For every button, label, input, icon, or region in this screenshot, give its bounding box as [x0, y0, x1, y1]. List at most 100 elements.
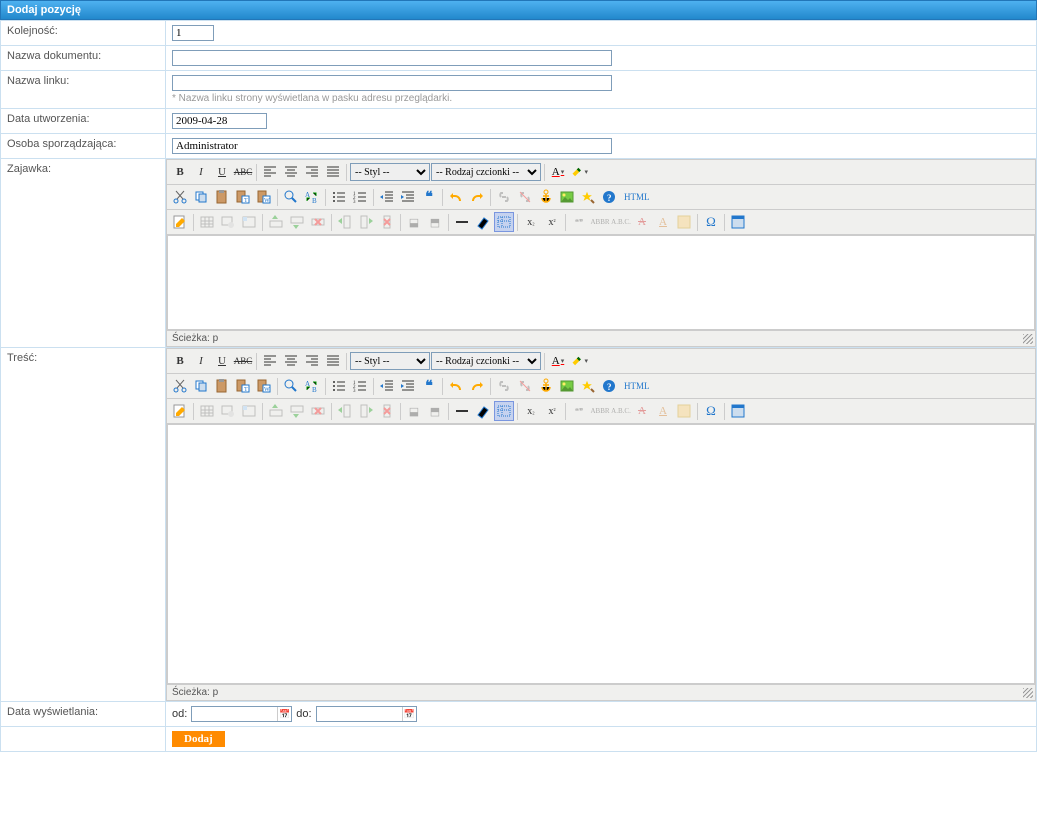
edit-icon[interactable] [170, 401, 190, 421]
bg-color-icon[interactable] [569, 162, 589, 182]
italic-icon[interactable]: I [191, 162, 211, 182]
abbr-icon[interactable]: ABBR [590, 401, 610, 421]
replace-icon[interactable]: AB [302, 376, 322, 396]
fullscreen-icon[interactable] [728, 212, 748, 232]
align-left-icon[interactable] [260, 162, 280, 182]
paste-icon[interactable] [212, 376, 232, 396]
style-select[interactable]: -- Styl -- [350, 352, 430, 370]
font-select[interactable]: -- Rodzaj czcionki -- [431, 163, 541, 181]
subscript-icon[interactable]: x₂ [521, 401, 541, 421]
number-list-icon[interactable]: 123 [350, 376, 370, 396]
row-before-icon[interactable] [266, 212, 286, 232]
find-icon[interactable] [281, 376, 301, 396]
ins-icon[interactable]: A [653, 212, 673, 232]
row-before-icon[interactable] [266, 401, 286, 421]
indent-icon[interactable] [398, 376, 418, 396]
del-icon[interactable]: A [632, 212, 652, 232]
input-kolejnosc[interactable] [172, 25, 214, 41]
text-color-icon[interactable]: A [548, 351, 568, 371]
col-before-icon[interactable] [335, 212, 355, 232]
table-props-icon[interactable] [218, 401, 238, 421]
fullscreen-icon[interactable] [728, 401, 748, 421]
hr-icon[interactable] [452, 401, 472, 421]
underline-icon[interactable]: U [212, 351, 232, 371]
html-icon[interactable]: HTML [620, 187, 654, 207]
charmap-icon[interactable]: Ω [701, 212, 721, 232]
toggle-guidelines-icon[interactable] [494, 212, 514, 232]
editor-zajawka-area[interactable] [167, 235, 1035, 330]
link-icon[interactable] [494, 187, 514, 207]
row-delete-icon[interactable] [308, 401, 328, 421]
col-delete-icon[interactable] [377, 212, 397, 232]
align-left-icon[interactable] [260, 351, 280, 371]
del-icon[interactable]: A [632, 401, 652, 421]
number-list-icon[interactable]: 123 [350, 187, 370, 207]
resize-grip-icon[interactable] [1023, 334, 1033, 344]
cut-icon[interactable] [170, 187, 190, 207]
copy-icon[interactable] [191, 376, 211, 396]
cite-icon[interactable]: ❝❞ [569, 212, 589, 232]
replace-icon[interactable]: AB [302, 187, 322, 207]
paste-text-icon[interactable]: T [233, 187, 253, 207]
split-cells-icon[interactable]: ⬓ [404, 401, 424, 421]
row-after-icon[interactable] [287, 212, 307, 232]
align-center-icon[interactable] [281, 351, 301, 371]
underline-icon[interactable]: U [212, 162, 232, 182]
resize-grip-icon[interactable] [1023, 688, 1033, 698]
input-nazwa-linku[interactable] [172, 75, 612, 91]
edit-icon[interactable] [170, 212, 190, 232]
input-data-utworzenia[interactable] [172, 113, 267, 129]
merge-cells-icon[interactable]: ⬒ [425, 401, 445, 421]
input-osoba[interactable] [172, 138, 612, 154]
input-date-do[interactable] [317, 707, 402, 721]
remove-format-icon[interactable] [473, 212, 493, 232]
undo-icon[interactable] [446, 376, 466, 396]
anchor-icon[interactable] [536, 187, 556, 207]
row-delete-icon[interactable] [308, 212, 328, 232]
add-button[interactable]: Dodaj [172, 731, 225, 747]
blockquote-icon[interactable]: ❝ [419, 187, 439, 207]
redo-icon[interactable] [467, 376, 487, 396]
superscript-icon[interactable]: x² [542, 401, 562, 421]
bullet-list-icon[interactable] [329, 376, 349, 396]
attribs-icon[interactable] [674, 212, 694, 232]
table-props-icon[interactable] [218, 212, 238, 232]
col-before-icon[interactable] [335, 401, 355, 421]
abbr-icon[interactable]: ABBR [590, 212, 610, 232]
text-color-icon[interactable]: A [548, 162, 568, 182]
cut-icon[interactable] [170, 376, 190, 396]
bold-icon[interactable]: B [170, 162, 190, 182]
paste-icon[interactable] [212, 187, 232, 207]
outdent-icon[interactable] [377, 376, 397, 396]
align-right-icon[interactable] [302, 351, 322, 371]
indent-icon[interactable] [398, 187, 418, 207]
acronym-icon[interactable]: A.B.C. [611, 401, 631, 421]
input-nazwa-dokumentu[interactable] [172, 50, 612, 66]
bold-icon[interactable]: B [170, 351, 190, 371]
col-after-icon[interactable] [356, 401, 376, 421]
cite-icon[interactable]: ❝❞ [569, 401, 589, 421]
unlink-icon[interactable] [515, 187, 535, 207]
table-icon[interactable] [197, 212, 217, 232]
table-cell-icon[interactable] [239, 212, 259, 232]
align-center-icon[interactable] [281, 162, 301, 182]
align-justify-icon[interactable] [323, 351, 343, 371]
hr-icon[interactable] [452, 212, 472, 232]
cleanup-icon[interactable] [578, 187, 598, 207]
help-icon[interactable]: ? [599, 376, 619, 396]
charmap-icon[interactable]: Ω [701, 401, 721, 421]
italic-icon[interactable]: I [191, 351, 211, 371]
split-cells-icon[interactable]: ⬓ [404, 212, 424, 232]
find-icon[interactable] [281, 187, 301, 207]
calendar-icon[interactable]: 📅 [277, 707, 291, 721]
acronym-icon[interactable]: A.B.C. [611, 212, 631, 232]
subscript-icon[interactable]: x₂ [521, 212, 541, 232]
toggle-guidelines-icon[interactable] [494, 401, 514, 421]
cleanup-icon[interactable] [578, 376, 598, 396]
input-date-od[interactable] [192, 707, 277, 721]
calendar-icon[interactable]: 📅 [402, 707, 416, 721]
align-justify-icon[interactable] [323, 162, 343, 182]
superscript-icon[interactable]: x² [542, 212, 562, 232]
anchor-icon[interactable] [536, 376, 556, 396]
paste-word-icon[interactable]: W [254, 376, 274, 396]
